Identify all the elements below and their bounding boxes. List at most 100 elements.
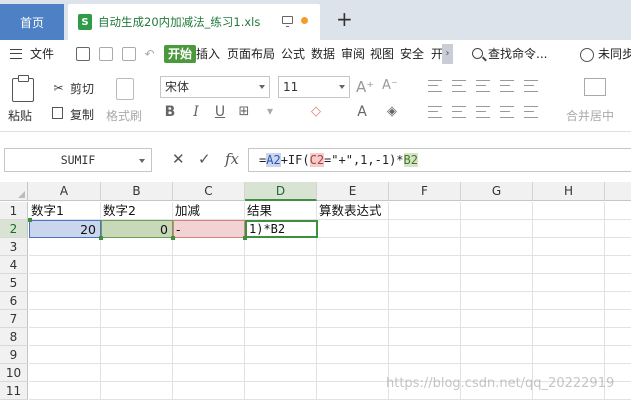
menu-data[interactable]: 数据 [311, 40, 335, 68]
border-icon[interactable]: ⊞ [236, 104, 252, 119]
grid-cell[interactable] [389, 292, 461, 310]
hamburger-menu-icon[interactable] [10, 49, 22, 59]
underline-button[interactable]: U [212, 104, 228, 120]
cell-d1[interactable]: 结果 [245, 202, 317, 220]
grid-cell[interactable] [245, 328, 317, 346]
grid-cell[interactable] [533, 274, 605, 292]
cell-c1[interactable]: 加减 [173, 202, 245, 220]
grid-cell[interactable] [245, 274, 317, 292]
italic-button[interactable]: I [188, 104, 204, 120]
grid-cell[interactable] [317, 364, 389, 382]
grid-cell[interactable] [173, 238, 245, 256]
grid-cell[interactable] [317, 310, 389, 328]
row-header-7[interactable]: 7 [0, 310, 28, 328]
grid-cell[interactable] [605, 292, 631, 310]
font-color-icon[interactable]: A [354, 104, 370, 120]
menu-view[interactable]: 视图 [370, 40, 394, 68]
row-header-3[interactable]: 3 [0, 238, 28, 256]
grid-cell[interactable] [173, 256, 245, 274]
grid-cell[interactable] [605, 238, 631, 256]
grid-cell[interactable] [533, 256, 605, 274]
grid-cell[interactable] [101, 292, 173, 310]
align-bottom-icon[interactable] [476, 80, 490, 92]
grid-cell[interactable] [29, 238, 101, 256]
row-header-10[interactable]: 10 [0, 364, 28, 382]
grid-cell[interactable] [389, 202, 461, 220]
grid-cell[interactable] [245, 310, 317, 328]
column-header-h[interactable]: H [533, 182, 605, 201]
grid-cell[interactable] [389, 274, 461, 292]
menu-security[interactable]: 安全 [400, 40, 424, 68]
grid-cell[interactable] [605, 202, 631, 220]
distribute-icon[interactable] [524, 106, 538, 118]
copy-icon[interactable] [52, 107, 63, 119]
align-center-icon[interactable] [452, 106, 466, 118]
cell-c2[interactable]: - [173, 220, 245, 238]
grid-cell[interactable] [173, 310, 245, 328]
cell-a2[interactable]: 20 [29, 220, 101, 238]
cell-b2[interactable]: 0 [101, 220, 173, 238]
select-all-corner[interactable] [0, 182, 28, 201]
chevron-down-icon[interactable]: ▾ [262, 104, 278, 118]
grid-cell[interactable] [461, 274, 533, 292]
grid-cell[interactable] [389, 328, 461, 346]
grid-cell[interactable] [173, 274, 245, 292]
row-header-5[interactable]: 5 [0, 274, 28, 292]
grid-cell[interactable] [533, 202, 605, 220]
tab-document[interactable]: S 自动生成20内加减法_练习1.xls [68, 4, 320, 40]
increase-font-icon[interactable]: A⁺ [356, 78, 374, 96]
save-icon[interactable] [76, 47, 90, 61]
cut-button[interactable]: 剪切 [70, 80, 94, 97]
grid-cell[interactable] [461, 238, 533, 256]
grid-cell[interactable] [533, 346, 605, 364]
grid-cell[interactable] [317, 220, 389, 238]
grid-cell[interactable] [389, 256, 461, 274]
copy-button[interactable]: 复制 [70, 106, 94, 123]
grid-cell[interactable] [317, 292, 389, 310]
grid-cell[interactable] [461, 346, 533, 364]
range-handle[interactable] [171, 236, 175, 240]
cancel-formula-icon[interactable]: ✕ [172, 150, 185, 168]
merge-cells-icon[interactable] [584, 78, 606, 96]
row-header-4[interactable]: 4 [0, 256, 28, 274]
grid-cell[interactable] [173, 292, 245, 310]
grid-cell[interactable] [533, 292, 605, 310]
justify-icon[interactable] [500, 106, 514, 118]
cell-d2-editing[interactable]: 1)*B2 [245, 220, 318, 238]
grid-cell[interactable] [389, 346, 461, 364]
grid-cell[interactable] [605, 220, 631, 238]
grid-cell[interactable] [173, 328, 245, 346]
row-header-1[interactable]: 1 [0, 202, 28, 220]
name-box[interactable]: SUMIF [4, 148, 152, 172]
row-header-6[interactable]: 6 [0, 292, 28, 310]
grid-cell[interactable] [101, 382, 173, 400]
align-top-icon[interactable] [428, 80, 442, 92]
grid-cell[interactable] [533, 310, 605, 328]
grid-cell[interactable] [29, 256, 101, 274]
grid-cell[interactable] [245, 382, 317, 400]
tab-home[interactable]: 首页 [0, 4, 64, 40]
row-header-8[interactable]: 8 [0, 328, 28, 346]
paste-icon[interactable] [12, 75, 34, 102]
grid-cell[interactable] [101, 274, 173, 292]
monitor-icon[interactable] [282, 16, 293, 27]
grid-cell[interactable] [101, 364, 173, 382]
grid-cell[interactable] [245, 346, 317, 364]
grid-cell[interactable] [389, 238, 461, 256]
column-header-overflow[interactable] [605, 182, 631, 201]
merge-center-button[interactable]: 合并居中 [566, 107, 614, 124]
range-handle[interactable] [243, 236, 247, 240]
grid-cell[interactable] [173, 364, 245, 382]
column-header-e[interactable]: E [317, 182, 389, 201]
grid-cell[interactable] [245, 364, 317, 382]
grid-cell[interactable] [29, 274, 101, 292]
print-icon[interactable] [122, 47, 136, 61]
grid-cell[interactable] [29, 382, 101, 400]
grid-cell[interactable] [605, 256, 631, 274]
orientation-icon[interactable] [500, 80, 514, 92]
eraser-icon[interactable]: ◈ [384, 104, 400, 119]
grid-cell[interactable] [461, 256, 533, 274]
command-search[interactable]: 查找命令... [488, 40, 547, 68]
grid-cell[interactable] [461, 220, 533, 238]
grid-cell[interactable] [605, 346, 631, 364]
